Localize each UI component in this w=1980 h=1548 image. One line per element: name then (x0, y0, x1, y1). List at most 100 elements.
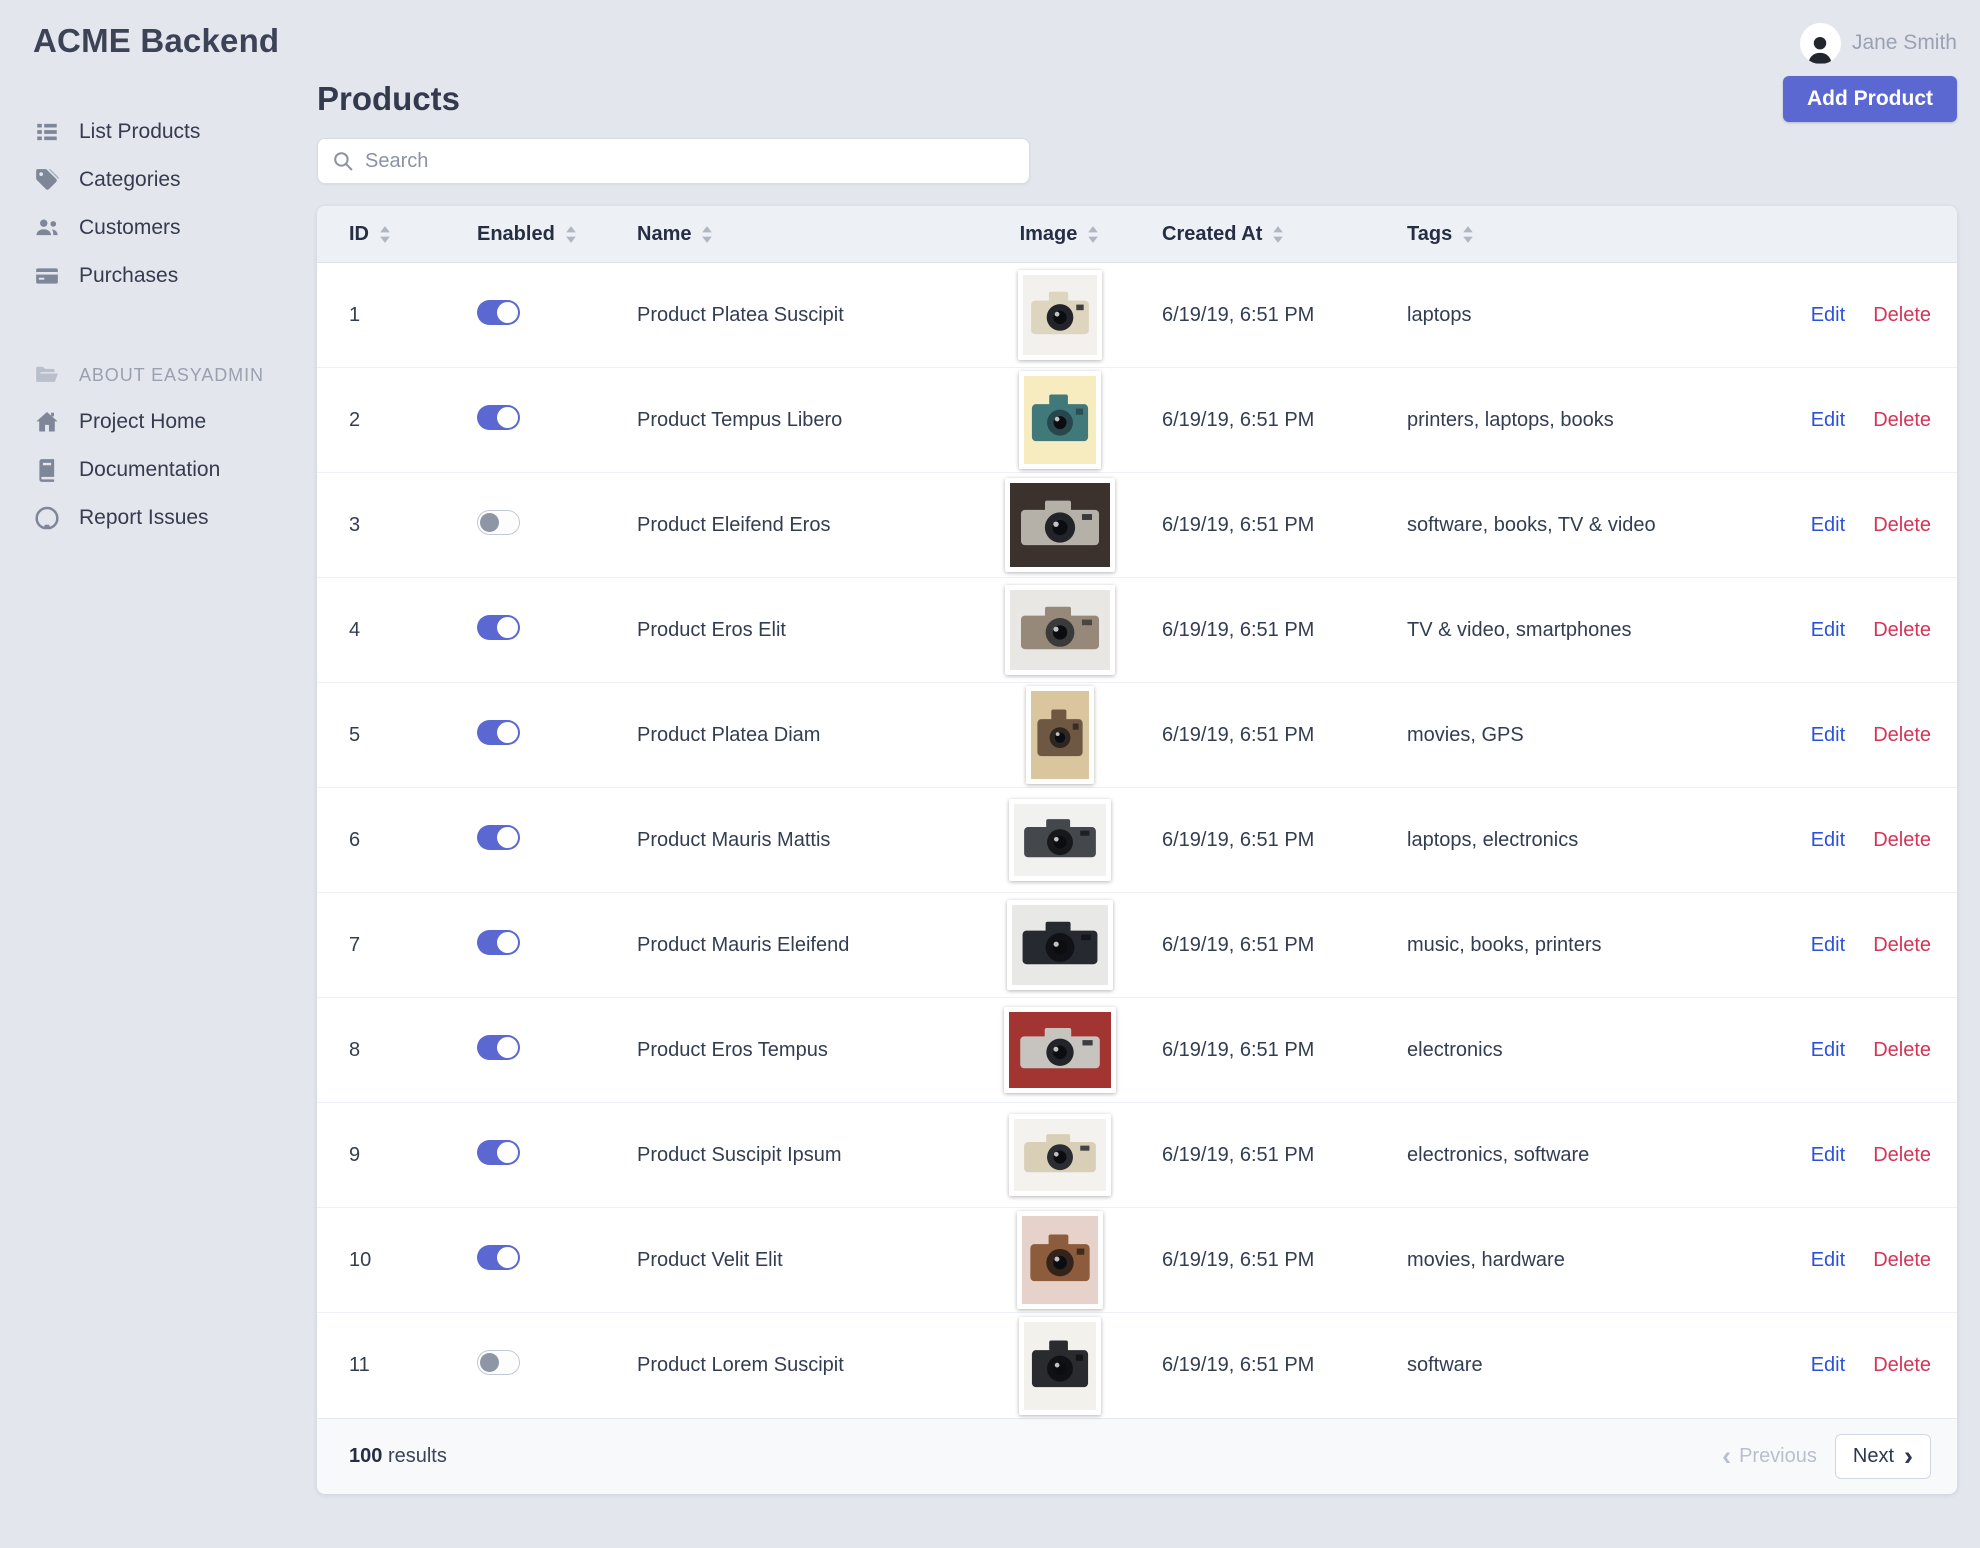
next-button[interactable]: Next › (1834, 1434, 1931, 1479)
column-header-name[interactable]: Name (637, 223, 957, 246)
enabled-toggle[interactable] (477, 929, 520, 955)
cell-id: 11 (349, 1354, 370, 1376)
enabled-toggle[interactable] (477, 509, 520, 535)
sidebar-item-label: Documentation (79, 458, 221, 481)
users-icon (33, 215, 61, 241)
enabled-toggle[interactable] (477, 1244, 520, 1270)
product-image (1008, 799, 1111, 881)
delete-link[interactable]: Delete (1873, 724, 1931, 747)
pagination: ‹ Previous Next › (1722, 1434, 1931, 1479)
delete-link[interactable]: Delete (1873, 409, 1931, 432)
github-icon (33, 505, 61, 531)
product-image (1004, 585, 1115, 675)
edit-link[interactable]: Edit (1811, 514, 1845, 537)
user-name: Jane Smith (1851, 31, 1957, 54)
enabled-toggle[interactable] (477, 824, 520, 850)
column-header-enabled[interactable]: Enabled (477, 223, 637, 246)
toggle-knob (497, 1246, 518, 1268)
enabled-toggle[interactable] (477, 614, 520, 640)
edit-link[interactable]: Edit (1811, 1249, 1845, 1272)
delete-link[interactable]: Delete (1873, 934, 1931, 957)
cell-tags: electronics, software (1407, 1143, 1590, 1166)
cell-id: 9 (349, 1143, 361, 1166)
column-header-image[interactable]: Image (957, 223, 1162, 246)
enabled-toggle[interactable] (477, 1350, 520, 1375)
cell-created-at: 6/19/19, 6:51 PM (1162, 828, 1315, 851)
delete-link[interactable]: Delete (1873, 304, 1931, 327)
enabled-toggle[interactable] (477, 1139, 520, 1165)
table-row: 6 Product Mauris Mattis 6/19/19, 6:51 PM… (317, 788, 1957, 893)
cell-id: 8 (349, 1038, 361, 1061)
product-image (1006, 900, 1113, 990)
edit-link[interactable]: Edit (1811, 829, 1845, 852)
table-row: 9 Product Suscipit Ipsum 6/19/19, 6:51 P… (317, 1103, 1957, 1208)
edit-link[interactable]: Edit (1811, 724, 1845, 747)
search-bar (317, 138, 1030, 184)
delete-link[interactable]: Delete (1873, 1249, 1931, 1272)
sidebar-item-report-issues[interactable]: Report Issues (33, 494, 300, 542)
delete-link[interactable]: Delete (1873, 1354, 1931, 1377)
enabled-toggle[interactable] (477, 404, 520, 430)
table-footer: 100 results ‹ Previous Next › (317, 1418, 1957, 1494)
product-image (1017, 270, 1102, 360)
table-header: ID Enabled Name Image Created At Tags (317, 206, 1957, 263)
results-count: 100 results (349, 1445, 447, 1467)
edit-link[interactable]: Edit (1811, 1354, 1845, 1377)
sidebar-item-documentation[interactable]: Documentation (33, 446, 300, 494)
sidebar-item-project-home[interactable]: Project Home (33, 398, 300, 446)
credit-card-icon (33, 263, 61, 289)
edit-link[interactable]: Edit (1811, 409, 1845, 432)
cell-name: Product Mauris Eleifend (637, 933, 850, 956)
user-menu[interactable]: Jane Smith (317, 0, 1957, 64)
toggle-knob (497, 1141, 518, 1163)
sort-icon (379, 225, 391, 243)
toggle-knob (480, 1353, 499, 1372)
table-row: 3 Product Eleifend Eros 6/19/19, 6:51 PM… (317, 473, 1957, 578)
cell-id: 2 (349, 408, 361, 431)
delete-link[interactable]: Delete (1873, 1144, 1931, 1167)
sidebar-item-list-products[interactable]: List Products (33, 108, 300, 156)
delete-link[interactable]: Delete (1873, 619, 1931, 642)
delete-link[interactable]: Delete (1873, 1039, 1931, 1062)
sidebar-item-label: List Products (79, 120, 201, 143)
enabled-toggle[interactable] (477, 299, 520, 325)
table-row: 7 Product Mauris Eleifend 6/19/19, 6:51 … (317, 893, 1957, 998)
column-header-tags[interactable]: Tags (1407, 223, 1761, 246)
previous-button[interactable]: ‹ Previous (1722, 1442, 1817, 1469)
product-image (1018, 1316, 1101, 1415)
delete-link[interactable]: Delete (1873, 514, 1931, 537)
cell-created-at: 6/19/19, 6:51 PM (1162, 1248, 1315, 1271)
edit-link[interactable]: Edit (1811, 619, 1845, 642)
cell-created-at: 6/19/19, 6:51 PM (1162, 723, 1315, 746)
delete-link[interactable]: Delete (1873, 829, 1931, 852)
search-icon (334, 152, 353, 171)
sidebar-item-categories[interactable]: Categories (33, 156, 300, 204)
edit-link[interactable]: Edit (1811, 304, 1845, 327)
sidebar-item-customers[interactable]: Customers (33, 204, 300, 252)
main-content: Jane Smith Products Add Product ID Enabl… (300, 0, 1980, 1548)
cell-created-at: 6/19/19, 6:51 PM (1162, 933, 1315, 956)
column-header-created-at[interactable]: Created At (1162, 223, 1407, 246)
enabled-toggle[interactable] (477, 719, 520, 745)
page-title: Products (317, 80, 461, 117)
sidebar-section-about: ABOUT EASYADMIN (33, 352, 300, 398)
cell-id: 6 (349, 828, 361, 851)
table-row: 5 Product Platea Diam 6/19/19, 6:51 PM m… (317, 683, 1957, 788)
product-image (1016, 1211, 1103, 1309)
column-header-id[interactable]: ID (349, 223, 477, 246)
avatar (1799, 22, 1841, 64)
cell-name: Product Platea Diam (637, 723, 821, 746)
cell-created-at: 6/19/19, 6:51 PM (1162, 513, 1315, 536)
brand[interactable]: ACME Backend (33, 22, 300, 60)
search-input[interactable] (317, 138, 1030, 184)
edit-link[interactable]: Edit (1811, 1039, 1845, 1062)
edit-link[interactable]: Edit (1811, 1144, 1845, 1167)
enabled-toggle[interactable] (477, 1034, 520, 1060)
sidebar-item-purchases[interactable]: Purchases (33, 252, 300, 300)
cell-tags: software (1407, 1354, 1483, 1376)
edit-link[interactable]: Edit (1811, 934, 1845, 957)
cell-name: Product Lorem Suscipit (637, 1354, 844, 1376)
add-product-button[interactable]: Add Product (1783, 76, 1957, 122)
cell-tags: movies, hardware (1407, 1248, 1565, 1271)
cell-tags: music, books, printers (1407, 933, 1602, 956)
